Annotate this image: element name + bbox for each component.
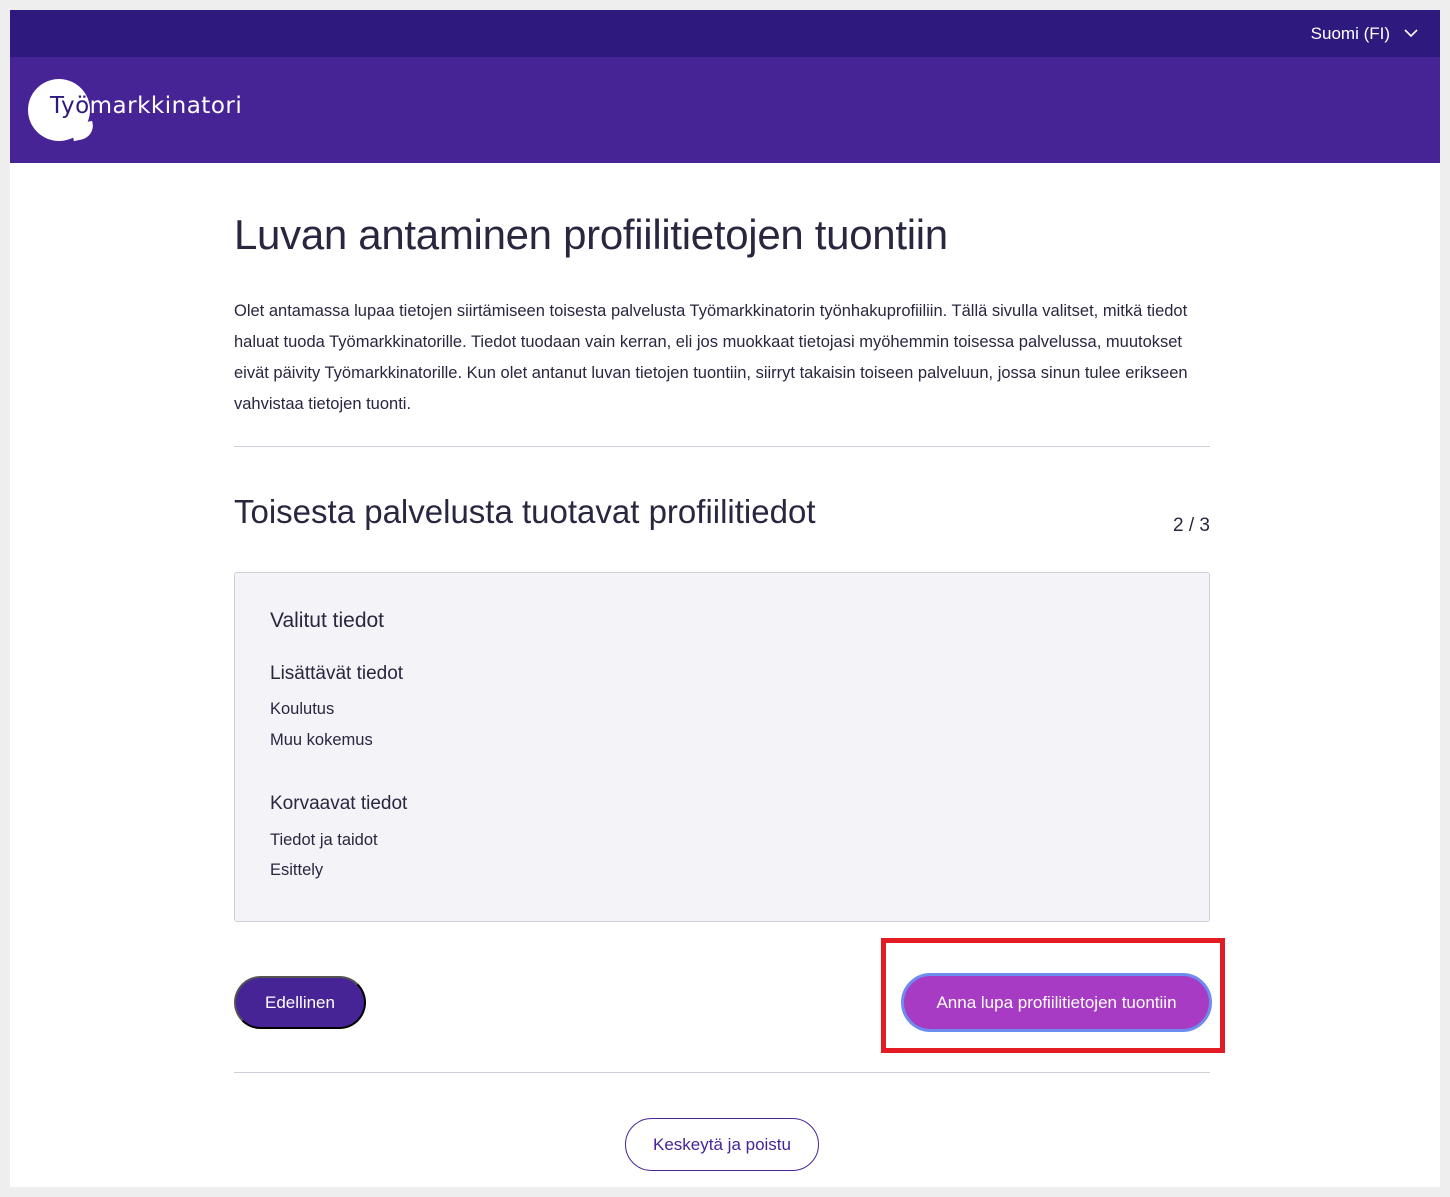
cancel-exit-button[interactable]: Keskeytä ja poistu <box>625 1118 819 1171</box>
group-title-replacing: Korvaavat tiedot <box>270 793 408 814</box>
page-frame: Suomi (FI) Työmarkkinatori Luvan antamin… <box>10 10 1440 1187</box>
page-title: Luvan antaminen profiilitietojen tuontii… <box>234 211 948 258</box>
list-item: Muu kokemus <box>270 731 373 749</box>
top-bar: Suomi (FI) <box>10 10 1440 57</box>
previous-button[interactable]: Edellinen <box>234 976 366 1029</box>
list-item: Esittely <box>270 861 324 879</box>
logo-bubble-tail <box>70 120 96 142</box>
logo-text-part2: markkinatori <box>89 93 243 119</box>
site-header: Työmarkkinatori <box>10 57 1440 163</box>
card-title: Valitut tiedot <box>270 609 385 632</box>
selected-data-card: Valitut tiedot Lisättävät tiedot Koulutu… <box>234 572 1210 922</box>
chevron-down-icon <box>1404 29 1418 38</box>
site-logo[interactable]: Työmarkkinatori <box>28 79 258 143</box>
logo-text-part1: Työ <box>50 93 90 119</box>
list-item: Tiedot ja taidot <box>270 831 378 849</box>
language-label: Suomi (FI) <box>1310 23 1390 43</box>
section-title: Toisesta palvelusta tuotavat profiilitie… <box>234 493 816 530</box>
step-indicator: 2 / 3 <box>1173 515 1210 536</box>
divider-bottom <box>234 1072 1210 1073</box>
logo-text: Työmarkkinatori <box>50 93 242 119</box>
group-title-added: Lisättävät tiedot <box>270 663 404 684</box>
list-item: Koulutus <box>270 700 335 718</box>
approve-import-button[interactable]: Anna lupa profiilitietojen tuontiin <box>901 973 1212 1032</box>
language-selector[interactable]: Suomi (FI) <box>1311 10 1418 57</box>
divider-top <box>234 446 1210 447</box>
intro-text: Olet antamassa lupaa tietojen siirtämise… <box>234 302 1188 413</box>
